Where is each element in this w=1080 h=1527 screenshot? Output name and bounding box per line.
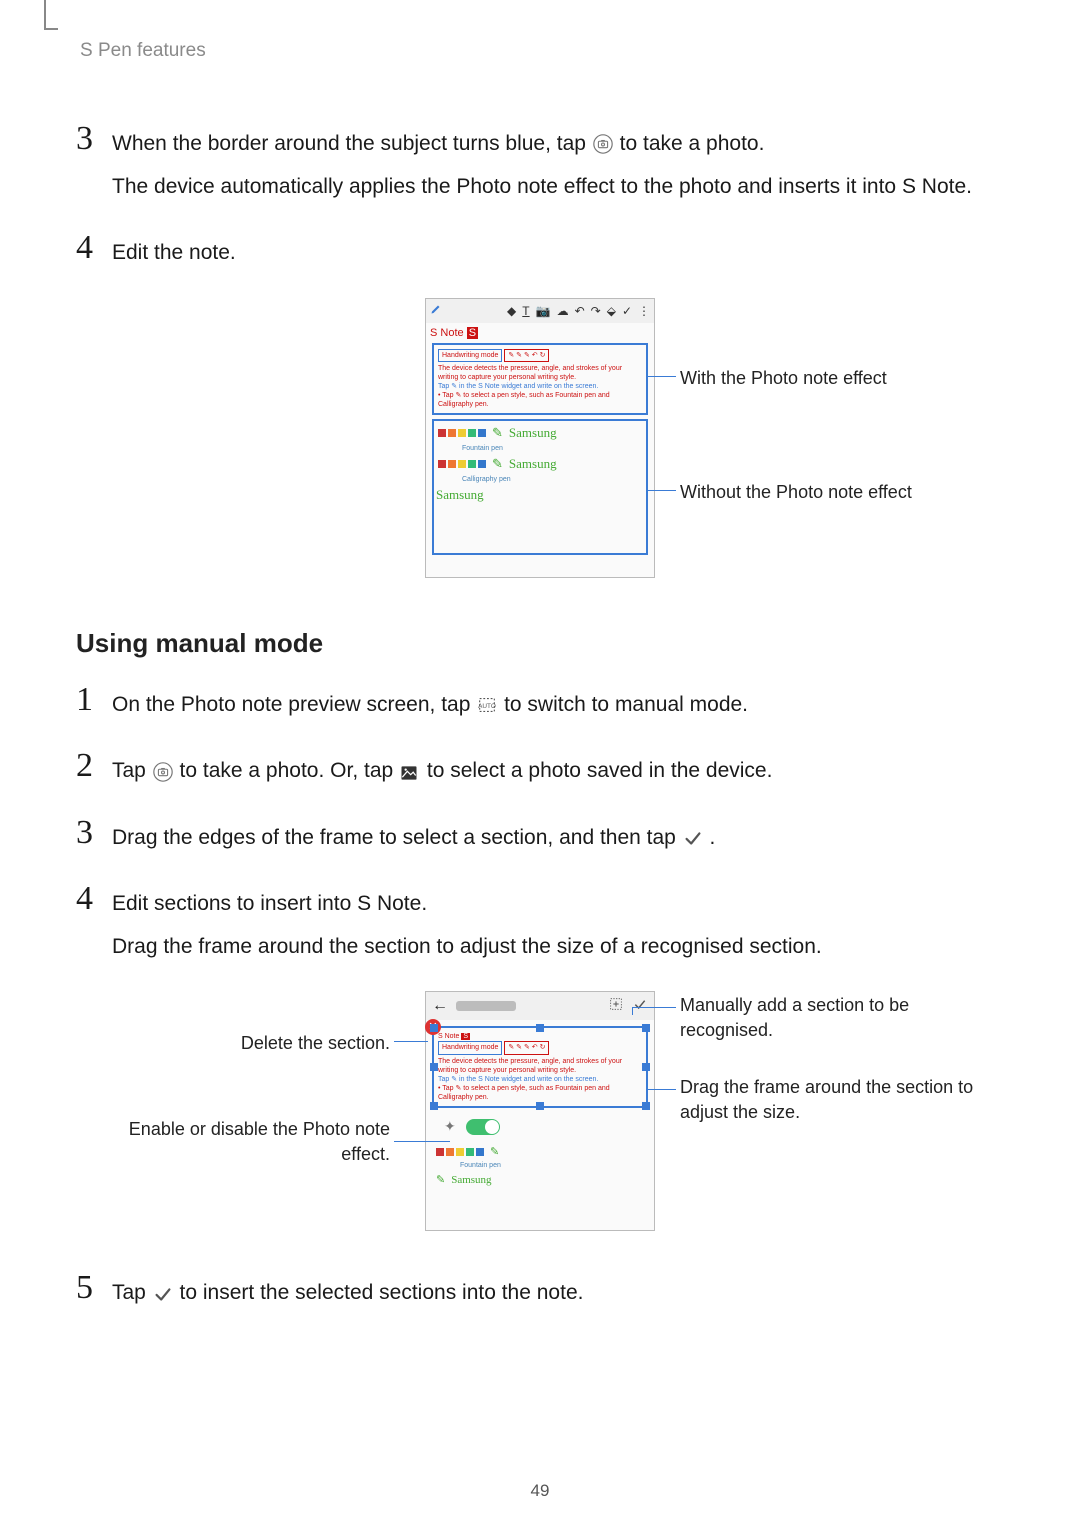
callout-drag-frame: Drag the frame around the section to adj… bbox=[680, 1075, 980, 1124]
manual-step-4: 4 Edit sections to insert into S Note. D… bbox=[76, 882, 1004, 973]
callout-toggle-effect: Enable or disable the Photo note effect. bbox=[90, 1117, 390, 1166]
check-icon bbox=[152, 1283, 174, 1305]
effect-toggle-row: ✦ bbox=[444, 1118, 648, 1135]
cloud-icon: ☁ bbox=[557, 304, 569, 318]
step-4: 4 Edit the note. bbox=[76, 231, 1004, 280]
callout-add-section: Manually add a section to be recognised. bbox=[680, 993, 980, 1042]
color-swatches bbox=[438, 460, 486, 468]
step-number: 1 bbox=[76, 683, 112, 717]
screenshot-phone: ◆ T 📷 ☁ ↶ ↷ ⬙ ✓ ⋮ S Note S Handwriting m… bbox=[425, 298, 655, 578]
edit-toolbar: ← bbox=[426, 992, 654, 1020]
step-text: Drag the frame around the section to adj… bbox=[112, 931, 822, 964]
color-swatches bbox=[438, 429, 486, 437]
step-text: The device automatically applies the Pho… bbox=[112, 171, 972, 204]
screenshot-phone: ← ✕ S Note bbox=[425, 991, 655, 1231]
page-number: 49 bbox=[0, 1481, 1080, 1501]
camera-icon bbox=[592, 133, 614, 155]
title-placeholder bbox=[456, 1001, 516, 1011]
check-icon: ✓ bbox=[622, 304, 632, 318]
step-text: When the border around the subject turns… bbox=[112, 128, 972, 161]
snote-toolbar: ◆ T 📷 ☁ ↶ ↷ ⬙ ✓ ⋮ bbox=[426, 299, 654, 323]
cursive-sample: Samsung bbox=[509, 456, 557, 472]
step-number: 5 bbox=[76, 1271, 112, 1305]
check-icon bbox=[632, 996, 648, 1017]
pen-icon: ✎ bbox=[492, 456, 503, 472]
svg-text:AUTO: AUTO bbox=[478, 703, 496, 710]
step-text: Tap to insert the selected sections into… bbox=[112, 1277, 583, 1310]
manual-step-5: 5 Tap to insert the selected sections in… bbox=[76, 1271, 1004, 1320]
handwriting-mode-label: Handwriting mode bbox=[438, 1041, 502, 1054]
back-icon: ← bbox=[432, 997, 448, 1015]
manual-step-1: 1 On the Photo note preview screen, tap … bbox=[76, 683, 1004, 732]
handwriting-toolbar: ✎ ✎ ✎ ↶ ↻ bbox=[504, 349, 549, 362]
step-3: 3 When the border around the subject tur… bbox=[76, 122, 1004, 213]
step-text: On the Photo note preview screen, tap AU… bbox=[112, 689, 748, 722]
camera-icon: 📷 bbox=[536, 304, 551, 318]
step-number: 4 bbox=[76, 231, 112, 265]
add-section-icon bbox=[608, 996, 624, 1017]
manual-step-2: 2 Tap to take a photo. Or, tap to select… bbox=[76, 749, 1004, 798]
fountain-pen-label: Fountain pen bbox=[460, 1162, 644, 1169]
preview-below-frame: ✎ Fountain pen ✎ Samsung bbox=[432, 1141, 648, 1205]
step-number: 2 bbox=[76, 749, 112, 783]
text-icon: T bbox=[522, 304, 529, 318]
auto-mode-icon: AUTO bbox=[476, 694, 498, 716]
redo-icon: ↷ bbox=[591, 304, 601, 318]
step-number: 3 bbox=[76, 122, 112, 156]
undo-icon: ↶ bbox=[575, 304, 585, 318]
sparkle-icon: ✦ bbox=[444, 1118, 456, 1135]
step-number: 4 bbox=[76, 882, 112, 916]
handwriting-toolbar: ✎ ✎ ✎ ↶ ↻ bbox=[504, 1041, 549, 1054]
pen-icon: ✎ bbox=[436, 1173, 445, 1186]
cursive-sample: Samsung bbox=[509, 425, 557, 441]
effect-toggle bbox=[466, 1119, 500, 1135]
check-icon bbox=[682, 827, 704, 849]
more-icon: ⋮ bbox=[638, 304, 650, 318]
figure-manual-mode: ← ✕ S Note bbox=[76, 991, 1004, 1241]
camera-icon bbox=[152, 761, 174, 783]
selection-frame: ✕ S Note S Handwriting mode ✎ ✎ ✎ ↶ ↻ Th… bbox=[432, 1026, 648, 1108]
callout-with-effect: With the Photo note effect bbox=[680, 366, 887, 390]
attach-icon: ⬙ bbox=[607, 304, 616, 318]
step-number: 3 bbox=[76, 816, 112, 850]
pen-icon: ✎ bbox=[490, 1145, 499, 1158]
pen-icon bbox=[430, 303, 442, 318]
section-heading-manual-mode: Using manual mode bbox=[76, 628, 1004, 659]
step-text: Drag the edges of the frame to select a … bbox=[112, 822, 715, 855]
calligraphy-pen-label: Calligraphy pen bbox=[462, 476, 642, 483]
callout-delete-section: Delete the section. bbox=[110, 1031, 390, 1055]
eraser-icon: ◆ bbox=[507, 304, 516, 318]
fountain-pen-label: Fountain pen bbox=[462, 445, 642, 452]
callout-without-effect: Without the Photo note effect bbox=[680, 480, 912, 504]
manual-step-3: 3 Drag the edges of the frame to select … bbox=[76, 816, 1004, 865]
snote-badge-icon: S bbox=[467, 327, 478, 339]
gallery-icon bbox=[399, 761, 421, 783]
running-header: S Pen features bbox=[80, 40, 1004, 62]
figure-photo-note-effect: ◆ T 📷 ☁ ↶ ↷ ⬙ ✓ ⋮ S Note S Handwriting m… bbox=[76, 298, 1004, 588]
step-text: Tap to take a photo. Or, tap to select a… bbox=[112, 755, 772, 788]
step-text: Edit the note. bbox=[112, 237, 236, 270]
cursive-sample: Samsung bbox=[451, 1174, 491, 1186]
page-tab-stub bbox=[44, 0, 58, 30]
handwriting-mode-label: Handwriting mode bbox=[438, 349, 502, 362]
step-text: Edit sections to insert into S Note. bbox=[112, 888, 822, 921]
pen-icon: ✎ bbox=[492, 425, 503, 441]
effect-off-region: ✎ Samsung Fountain pen ✎ Samsung Calligr… bbox=[432, 419, 648, 555]
snote-title: S Note S bbox=[426, 323, 654, 339]
snote-title: S Note S bbox=[438, 1033, 470, 1040]
effect-on-region: Handwriting mode ✎ ✎ ✎ ↶ ↻ The device de… bbox=[432, 343, 648, 415]
cursive-sample: Samsung bbox=[436, 487, 484, 503]
